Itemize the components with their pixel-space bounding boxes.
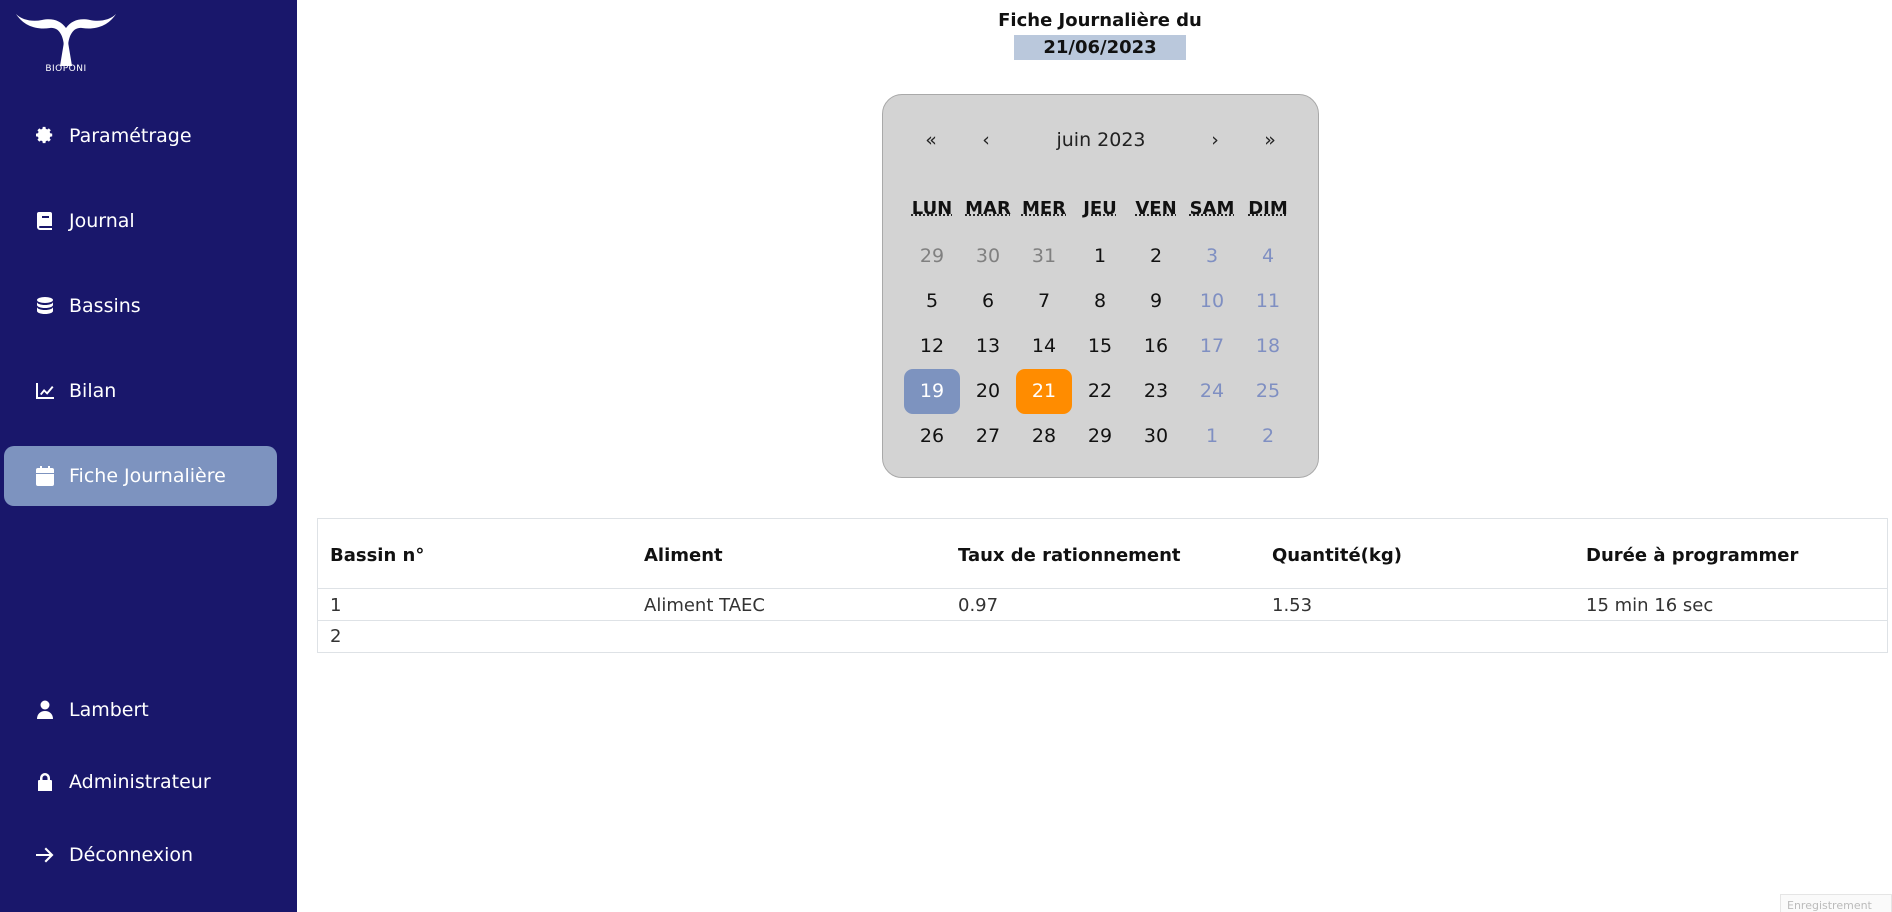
gear-icon [34, 125, 56, 147]
calendar-day[interactable]: 25 [1240, 369, 1296, 414]
next-year-button[interactable]: » [1250, 125, 1290, 155]
sidebar-item-fiche-journaliere[interactable]: Fiche Journalière [4, 446, 277, 506]
sidebar-item-label: Bilan [69, 380, 117, 402]
calendar-day[interactable]: 2 [1128, 234, 1184, 279]
calendar-day[interactable]: 3 [1184, 234, 1240, 279]
weekday-header: MAR [965, 198, 1011, 219]
month-label[interactable]: juin 2023 [1033, 125, 1169, 155]
cell-quantite: 1.53 [1272, 595, 1313, 616]
sidebar-item-journal[interactable]: Journal [4, 191, 277, 251]
calendar-day[interactable]: 21 [1016, 369, 1072, 414]
calendar-day[interactable]: 16 [1128, 324, 1184, 369]
page-title: Fiche Journalière du [998, 10, 1202, 31]
cell-duree: 15 min 16 sec [1586, 595, 1714, 616]
header-duree: Durée à programmer [1586, 545, 1799, 566]
calendar-day[interactable]: 30 [1128, 414, 1184, 459]
calendar-day[interactable]: 12 [904, 324, 960, 369]
sidebar-item-label: Déconnexion [69, 844, 194, 866]
calendar-day[interactable]: 7 [1016, 279, 1072, 324]
sidebar: BIOPONI Paramétrage Journal Bassins Bila… [0, 0, 297, 912]
calendar-day[interactable]: 29 [904, 234, 960, 279]
cell-bassin: 2 [330, 626, 342, 647]
sidebar-item-label: Bassins [69, 295, 141, 317]
save-button[interactable]: Enregistrement [1780, 894, 1892, 912]
header-aliment: Aliment [644, 545, 723, 566]
calendar-day[interactable]: 30 [960, 234, 1016, 279]
row-divider [318, 588, 1887, 589]
calendar-day[interactable]: 11 [1240, 279, 1296, 324]
calendar-day[interactable]: 4 [1240, 234, 1296, 279]
calendar-icon [34, 465, 56, 487]
calendar-day[interactable]: 1 [1184, 414, 1240, 459]
sidebar-item-label: Fiche Journalière [69, 465, 226, 487]
lock-icon [34, 771, 56, 793]
book-icon [34, 210, 56, 232]
calendar: « ‹ juin 2023 › » LUN MAR MER JEU VEN SAM DIM 2… [882, 94, 1319, 478]
calendar-day[interactable]: 5 [904, 279, 960, 324]
weekday-header: JEU [1083, 198, 1117, 219]
calendar-day[interactable]: 24 [1184, 369, 1240, 414]
cell-taux: 0.97 [958, 595, 999, 616]
calendar-day[interactable]: 19 [904, 369, 960, 414]
calendar-day[interactable]: 23 [1128, 369, 1184, 414]
cell-bassin: 1 [330, 595, 342, 616]
chart-line-icon [34, 380, 56, 402]
feeding-table: Bassin n° Aliment Taux de rationnement Q… [317, 518, 1888, 653]
calendar-day[interactable]: 22 [1072, 369, 1128, 414]
logo-text: BIOPONI [45, 64, 87, 74]
header-quantite: Quantité(kg) [1272, 545, 1402, 566]
header-bassin: Bassin n° [330, 545, 425, 566]
row-divider [318, 620, 1887, 621]
sidebar-item-bilan[interactable]: Bilan [4, 361, 277, 421]
calendar-day[interactable]: 27 [960, 414, 1016, 459]
sidebar-item-bassins[interactable]: Bassins [4, 276, 277, 336]
calendar-day[interactable]: 20 [960, 369, 1016, 414]
sidebar-item-admin[interactable]: Administrateur [4, 752, 277, 812]
weekday-header: MER [1021, 198, 1067, 219]
sidebar-item-parametrage[interactable]: Paramétrage [4, 106, 277, 166]
calendar-day[interactable]: 10 [1184, 279, 1240, 324]
cell-aliment: Aliment TAEC [644, 595, 765, 616]
prev-year-button[interactable]: « [911, 125, 951, 155]
calendar-day[interactable]: 18 [1240, 324, 1296, 369]
calendar-day[interactable]: 9 [1128, 279, 1184, 324]
sidebar-item-label: Paramétrage [69, 125, 192, 147]
sidebar-item-user[interactable]: Lambert [4, 680, 277, 740]
calendar-day[interactable]: 15 [1072, 324, 1128, 369]
bioponi-logo[interactable]: BIOPONI [14, 6, 118, 78]
whale-tail-icon [16, 14, 116, 66]
weekday-header: VEN [1135, 198, 1177, 219]
database-icon [34, 295, 56, 317]
calendar-day[interactable]: 2 [1240, 414, 1296, 459]
prev-month-button[interactable]: ‹ [966, 125, 1006, 155]
sidebar-item-label: Administrateur [69, 771, 211, 793]
calendar-day[interactable]: 26 [904, 414, 960, 459]
selected-date: 21/06/2023 [1014, 35, 1186, 60]
sidebar-item-label: Lambert [69, 699, 149, 721]
calendar-day[interactable]: 14 [1016, 324, 1072, 369]
calendar-day[interactable]: 29 [1072, 414, 1128, 459]
calendar-day[interactable]: 6 [960, 279, 1016, 324]
sidebar-item-logout[interactable]: Déconnexion [4, 825, 277, 885]
calendar-day[interactable]: 13 [960, 324, 1016, 369]
sidebar-item-label: Journal [69, 210, 135, 232]
arrow-right-icon [34, 844, 56, 866]
weekday-header: LUN [911, 198, 953, 219]
calendar-day[interactable]: 28 [1016, 414, 1072, 459]
calendar-day[interactable]: 17 [1184, 324, 1240, 369]
calendar-day[interactable]: 8 [1072, 279, 1128, 324]
calendar-day[interactable]: 31 [1016, 234, 1072, 279]
header-taux: Taux de rationnement [958, 545, 1181, 566]
weekday-header: DIM [1248, 198, 1288, 219]
calendar-day[interactable]: 1 [1072, 234, 1128, 279]
user-icon [34, 699, 56, 721]
weekday-header: SAM [1189, 198, 1235, 219]
next-month-button[interactable]: › [1195, 125, 1235, 155]
